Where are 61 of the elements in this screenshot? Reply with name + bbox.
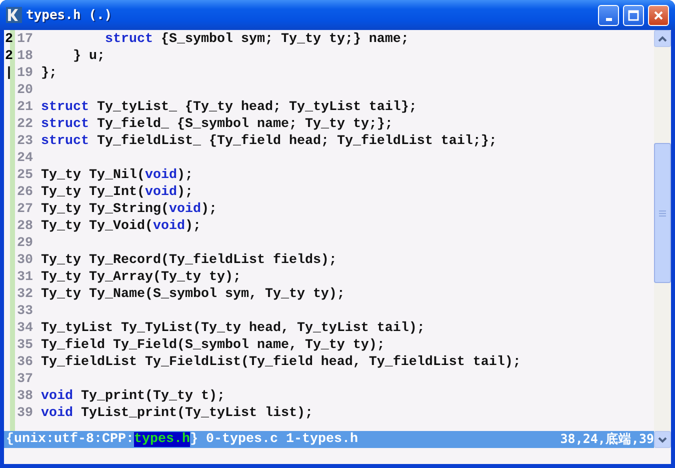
grip-icon	[659, 210, 666, 216]
app-icon	[6, 7, 22, 23]
line-number: 37	[17, 372, 33, 387]
cursor-position: 38,24,底端,39	[560, 431, 654, 448]
line-number: 34	[17, 321, 33, 336]
code-line: Ty_ty Ty_Array(Ty_ty ty);	[41, 270, 241, 285]
code-line: struct Ty_fieldList_ {Ty_field head; Ty_fieldList tail;};	[41, 134, 497, 149]
line-number: 39	[17, 406, 33, 421]
line-number: 23	[17, 134, 33, 149]
code-line: Ty_ty Ty_String(void);	[41, 202, 217, 217]
scroll-up-button[interactable]	[654, 30, 671, 47]
code-line: struct Ty_tyList_ {Ty_ty head; Ty_tyList tail};	[41, 100, 417, 115]
line-number: 29	[17, 236, 33, 251]
window-title: types.h (.)	[26, 8, 114, 22]
line-number: 20	[17, 83, 33, 98]
line-number: 38	[17, 389, 33, 404]
line-number: 17	[17, 32, 33, 47]
code-line: struct Ty_field_ {S_symbol name; Ty_ty ty;};	[41, 117, 393, 132]
line-number: 36	[17, 355, 33, 370]
code-line: Ty_tyList Ty_TyList(Ty_ty head, Ty_tyList tail);	[41, 321, 425, 336]
code-line: Ty_ty Ty_Nil(void);	[41, 168, 193, 183]
line-number: 21	[17, 100, 33, 115]
code-line: struct {S_symbol sym; Ty_ty ty;} name;	[104, 32, 409, 47]
scroll-down-button[interactable]	[654, 431, 671, 448]
code-line: };	[41, 66, 57, 81]
code-line: Ty_ty Ty_Void(void);	[41, 219, 201, 234]
line-number: 31	[17, 270, 33, 285]
maximize-icon	[628, 10, 639, 20]
code-line: Ty_ty Ty_Int(void);	[41, 185, 193, 200]
line-number: 35	[17, 338, 33, 353]
code-line: void Ty_print(Ty_ty t);	[41, 389, 225, 404]
fold-marker: 2	[4, 32, 14, 47]
line-number: 18	[17, 49, 33, 64]
line-number: 27	[17, 202, 33, 217]
code-line: Ty_ty Ty_Record(Ty_fieldList fields);	[41, 253, 337, 268]
scroll-down-icon	[658, 436, 667, 442]
line-number: 25	[17, 168, 33, 183]
line-number: 26	[17, 185, 33, 200]
close-icon	[653, 10, 664, 20]
minimize-icon	[606, 18, 612, 20]
minimize-button[interactable]	[598, 4, 619, 26]
code-line: Ty_ty Ty_Name(S_symbol sym, Ty_ty ty);	[41, 287, 345, 302]
line-number: 19	[17, 66, 33, 81]
maximize-button[interactable]	[623, 4, 644, 26]
line-number: 32	[17, 287, 33, 302]
status-text: {unix:utf-8:CPP:types.h} 0-types.c 1-types.h	[6, 432, 358, 447]
line-number: 22	[17, 117, 33, 132]
scroll-thumb[interactable]	[654, 143, 671, 283]
line-number: 33	[17, 304, 33, 319]
code-line: Ty_fieldList Ty_FieldList(Ty_field head, Ty_fieldList tail);	[41, 355, 521, 370]
fold-marker: 2	[4, 49, 14, 64]
code-line: Ty_field Ty_Field(S_symbol name, Ty_ty ty);	[41, 338, 385, 353]
close-button[interactable]	[648, 4, 669, 26]
code-line: void TyList_print(Ty_tyList list);	[41, 406, 313, 421]
fold-marker: |	[4, 66, 14, 81]
line-number: 24	[17, 151, 33, 166]
line-number: 30	[17, 253, 33, 268]
scrollbar[interactable]	[654, 30, 671, 431]
code-line: } u;	[72, 49, 105, 64]
scroll-up-icon	[658, 36, 667, 42]
line-number: 28	[17, 219, 33, 234]
